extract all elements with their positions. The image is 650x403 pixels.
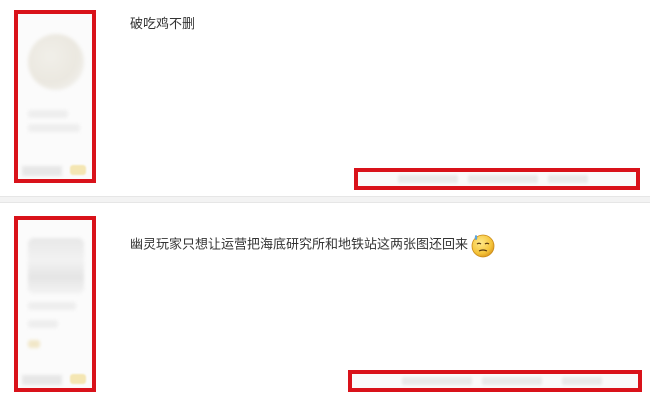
blurred-user-title	[28, 124, 80, 132]
level-badge-icon	[70, 374, 86, 384]
post-divider	[0, 196, 650, 203]
blurred-user-tag	[22, 166, 62, 176]
blurred-user-title	[28, 320, 58, 328]
blurred-user-icon	[28, 340, 40, 348]
post-content: 破吃鸡不删	[130, 17, 196, 32]
post-meta-bar-redacted	[354, 168, 640, 190]
post-meta-bar-redacted	[348, 370, 642, 392]
post-2-content: 幽灵玩家只想让运营把海底研究所和地铁站这两张图还回来	[130, 232, 496, 258]
post-content: 幽灵玩家只想让运营把海底研究所和地铁站这两张图还回来	[130, 237, 469, 253]
post-1: 破吃鸡不删	[0, 0, 650, 196]
sweat-smile-icon	[470, 232, 496, 258]
blurred-username	[28, 302, 76, 310]
blurred-user-tag	[22, 375, 62, 385]
level-badge-icon	[70, 165, 86, 175]
user-info-panel-redacted	[14, 216, 96, 392]
user-info-panel-redacted	[14, 10, 96, 183]
blurred-username	[28, 110, 68, 118]
avatar-blurred[interactable]	[28, 34, 84, 90]
avatar-blurred[interactable]	[28, 238, 84, 294]
